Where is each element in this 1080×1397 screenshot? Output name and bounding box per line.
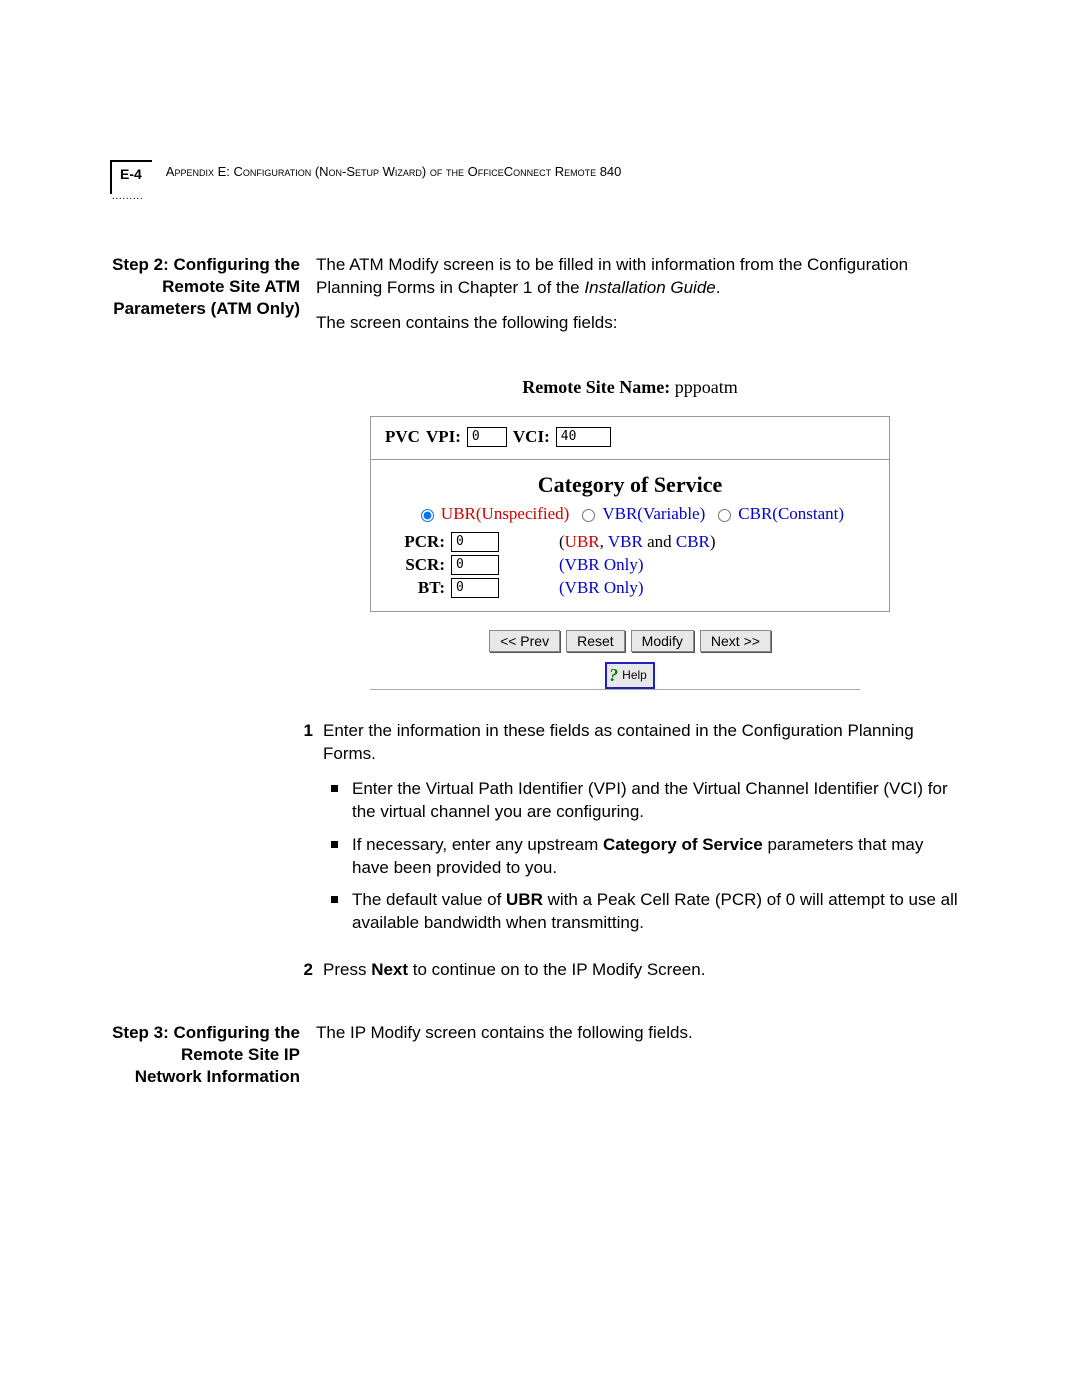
scr-note: (VBR Only) bbox=[559, 555, 644, 575]
scr-label: SCR: bbox=[385, 555, 445, 575]
form-buttons: << Prev Reset Modify Next >> bbox=[300, 630, 960, 652]
radio-vbr[interactable] bbox=[582, 509, 595, 522]
radio-cbr[interactable] bbox=[718, 509, 731, 522]
help-label: Help bbox=[622, 668, 647, 682]
radio-vbr-label[interactable]: VBR(Variable) bbox=[577, 504, 705, 524]
vpi-label: VPI: bbox=[426, 427, 461, 447]
step3-heading: Step 3: Configuring the Remote Site IP N… bbox=[110, 1022, 316, 1088]
scr-input[interactable] bbox=[451, 555, 499, 575]
modify-button[interactable]: Modify bbox=[631, 630, 694, 652]
bullet-2: If necessary, enter any upstream Categor… bbox=[323, 834, 960, 880]
radio-ubr[interactable] bbox=[421, 509, 434, 522]
step3-para1: The IP Modify screen contains the follow… bbox=[316, 1022, 960, 1045]
instruction-2: 2 Press Next to continue on to the IP Mo… bbox=[285, 959, 960, 982]
cos-title: Category of Service bbox=[385, 472, 875, 498]
form-box: PVC VPI: VCI: Category of Service UBR(Un… bbox=[370, 416, 890, 612]
radio-ubr-label[interactable]: UBR(Unspecified) bbox=[416, 504, 569, 524]
bt-input[interactable] bbox=[451, 578, 499, 598]
remote-site-name-line: Remote Site Name: pppoatm bbox=[300, 377, 960, 398]
pcr-row: PCR: (UBR, VBR and CBR) bbox=[385, 532, 875, 552]
bt-label: BT: bbox=[385, 578, 445, 598]
vpi-input[interactable] bbox=[467, 427, 507, 447]
param-table: PCR: (UBR, VBR and CBR) SCR: (VBR Only) … bbox=[385, 532, 875, 598]
pvc-label: PVC bbox=[385, 427, 420, 447]
bullet-1: Enter the Virtual Path Identifier (VPI) … bbox=[323, 778, 960, 824]
page-number: E-4 bbox=[120, 166, 142, 182]
running-header-text: Appendix E: Configuration (Non-Setup Wiz… bbox=[166, 160, 622, 179]
step3-body: The IP Modify screen contains the follow… bbox=[316, 1022, 960, 1057]
bullet-3: The default value of UBR with a Peak Cel… bbox=[323, 889, 960, 935]
help-icon: ? bbox=[609, 665, 618, 686]
step2-heading: Step 2: Configuring the Remote Site ATM … bbox=[110, 254, 316, 320]
form-separator bbox=[371, 459, 889, 460]
instruction-1: 1 Enter the information in these fields … bbox=[285, 720, 960, 946]
radio-cbr-label[interactable]: CBR(Constant) bbox=[713, 504, 844, 524]
bt-note: (VBR Only) bbox=[559, 578, 644, 598]
step2-body: The ATM Modify screen is to be filled in… bbox=[316, 254, 960, 347]
pvc-row: PVC VPI: VCI: bbox=[385, 427, 875, 447]
page-header: E-4 ......... Appendix E: Configuration … bbox=[110, 160, 960, 194]
step2-para2: The screen contains the following fields… bbox=[316, 312, 960, 335]
help-row: ? Help bbox=[300, 662, 960, 689]
bt-row: BT: (VBR Only) bbox=[385, 578, 875, 598]
vci-input[interactable] bbox=[556, 427, 611, 447]
instruction-list: 1 Enter the information in these fields … bbox=[285, 720, 960, 982]
pcr-label: PCR: bbox=[385, 532, 445, 552]
next-button[interactable]: Next >> bbox=[700, 630, 771, 652]
scr-row: SCR: (VBR Only) bbox=[385, 555, 875, 575]
vci-label: VCI: bbox=[513, 427, 550, 447]
help-button[interactable]: ? Help bbox=[605, 662, 655, 689]
pcr-input[interactable] bbox=[451, 532, 499, 552]
reset-button[interactable]: Reset bbox=[566, 630, 625, 652]
cos-radio-row: UBR(Unspecified) VBR(Variable) CBR(Const… bbox=[385, 504, 875, 524]
header-dots: ......... bbox=[112, 191, 144, 202]
page-number-box: E-4 ......... bbox=[110, 160, 152, 194]
figure-bottom-rule bbox=[370, 689, 860, 690]
prev-button[interactable]: << Prev bbox=[489, 630, 560, 652]
instruction-1-bullets: Enter the Virtual Path Identifier (VPI) … bbox=[323, 778, 960, 936]
atm-modify-figure: Remote Site Name: pppoatm PVC VPI: VCI: … bbox=[300, 377, 960, 690]
step2-para1: The ATM Modify screen is to be filled in… bbox=[316, 254, 960, 300]
pcr-note: (UBR, VBR and CBR) bbox=[559, 532, 716, 552]
